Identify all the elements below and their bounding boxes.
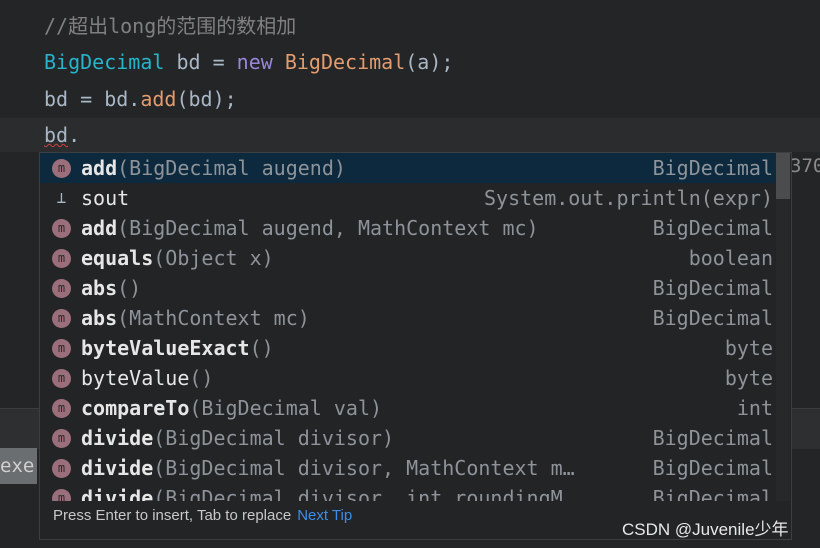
- item-name: add: [81, 216, 118, 240]
- code-token: .: [68, 123, 81, 147]
- item-params: (MathContext mc): [117, 306, 310, 330]
- watermark: CSDN @Juvenile少年: [622, 520, 789, 539]
- item-params: (): [189, 366, 214, 390]
- method-icon: m: [52, 369, 71, 388]
- item-return-type: BigDecimal: [652, 156, 773, 180]
- item-return-type: BigDecimal: [652, 456, 773, 480]
- next-tip-link[interactable]: Next Tip: [297, 507, 352, 524]
- method-icon: m: [52, 339, 71, 358]
- item-params: (BigDecimal divisor): [153, 426, 395, 450]
- item-return-type: BigDecimal: [652, 306, 773, 330]
- item-return-type: BigDecimal: [652, 216, 773, 240]
- item-return-type: BigDecimal: [652, 276, 773, 300]
- item-name: byteValueExact: [81, 336, 250, 360]
- method-icon: m: [52, 219, 71, 238]
- item-name: divide: [81, 486, 154, 501]
- completion-item[interactable]: m divide(BigDecimal divisor, int rounding…: [40, 483, 775, 501]
- item-params: (Object x): [153, 246, 274, 270]
- method-token: add: [140, 87, 177, 111]
- type-token: BigDecimal: [44, 50, 165, 74]
- method-icon: m: [52, 279, 71, 298]
- method-icon: m: [52, 159, 71, 178]
- item-params: (BigDecimal augend, MathContext mc): [117, 216, 539, 240]
- item-name: equals: [81, 246, 154, 270]
- completion-item[interactable]: m equals(Object x) boolean: [40, 243, 775, 273]
- completion-item[interactable]: m abs() BigDecimal: [40, 273, 775, 303]
- args-token: (a);: [405, 50, 454, 74]
- code-line-2[interactable]: BigDecimal bd = new BigDecimal(a);: [44, 47, 453, 77]
- item-return-type: System.out.println(expr): [484, 186, 773, 210]
- code-line-3[interactable]: bd = bd.add(bd);: [44, 84, 237, 114]
- current-line-highlight: [0, 118, 820, 152]
- method-icon: m: [52, 489, 71, 501]
- completion-item[interactable]: m byteValue() byte: [40, 363, 775, 393]
- keyword-token: new: [236, 50, 273, 74]
- item-return-type: byte: [724, 336, 773, 360]
- item-params: (BigDecimal augend): [117, 156, 346, 180]
- scrollbar-thumb[interactable]: [776, 153, 790, 199]
- code-token: bd = bd.: [44, 87, 141, 111]
- completion-item[interactable]: m add(BigDecimal augend) BigDecimal: [40, 153, 775, 183]
- item-params: (BigDecimal val): [189, 396, 383, 420]
- item-params: (): [249, 336, 274, 360]
- completion-item[interactable]: m compareTo(BigDecimal val) int: [40, 393, 775, 423]
- completion-item[interactable]: ⊥ sout System.out.println(expr): [40, 183, 775, 213]
- item-return-type: BigDecimal: [652, 486, 773, 501]
- item-params: (): [117, 276, 142, 300]
- item-return-type: boolean: [688, 246, 773, 270]
- item-name: byteValue: [81, 366, 190, 390]
- item-name: divide: [81, 456, 154, 480]
- ctor-token: BigDecimal: [272, 50, 406, 74]
- method-icon: m: [52, 249, 71, 268]
- code-token: (bd);: [176, 87, 237, 111]
- completion-popup[interactable]: m add(BigDecimal augend) BigDecimal ⊥ sout Sy…: [39, 152, 792, 540]
- completion-item[interactable]: m add(BigDecimal augend, MathContext mc) B…: [40, 213, 775, 243]
- item-name: divide: [81, 426, 154, 450]
- item-return-type: int: [736, 396, 773, 420]
- completion-item[interactable]: m byteValueExact() byte: [40, 333, 775, 363]
- method-icon: m: [52, 309, 71, 328]
- completion-item[interactable]: m abs(MathContext mc) BigDecimal: [40, 303, 775, 333]
- completion-item[interactable]: m divide(BigDecimal divisor) BigDecimal: [40, 423, 775, 453]
- item-name: compareTo: [81, 396, 190, 420]
- item-name: abs: [81, 306, 118, 330]
- item-return-type: byte: [724, 366, 773, 390]
- item-name: add: [81, 156, 118, 180]
- item-return-type: BigDecimal: [652, 426, 773, 450]
- run-tab[interactable]: exe: [0, 448, 37, 484]
- error-token: bd: [44, 123, 69, 147]
- completion-list[interactable]: m add(BigDecimal augend) BigDecimal ⊥ sout Sy…: [40, 153, 775, 501]
- side-number: 370: [790, 155, 820, 177]
- scrollbar[interactable]: [776, 153, 790, 501]
- code-comment: //超出long的范围的数相加: [44, 14, 297, 38]
- footer-hint: Press Enter to insert, Tab to replace: [53, 507, 292, 524]
- code-line-4[interactable]: bd.: [44, 120, 80, 150]
- var-token: bd =: [164, 50, 237, 74]
- method-icon: m: [52, 459, 71, 478]
- method-icon: m: [52, 429, 71, 448]
- live-template-icon: ⊥: [56, 188, 67, 207]
- item-name: sout: [81, 186, 130, 210]
- item-name: abs: [81, 276, 118, 300]
- item-params: (BigDecimal divisor, int roundingM…: [153, 486, 575, 501]
- completion-item[interactable]: m divide(BigDecimal divisor, MathContext …: [40, 453, 775, 483]
- item-params: (BigDecimal divisor, MathContext m…: [153, 456, 575, 480]
- method-icon: m: [52, 399, 71, 418]
